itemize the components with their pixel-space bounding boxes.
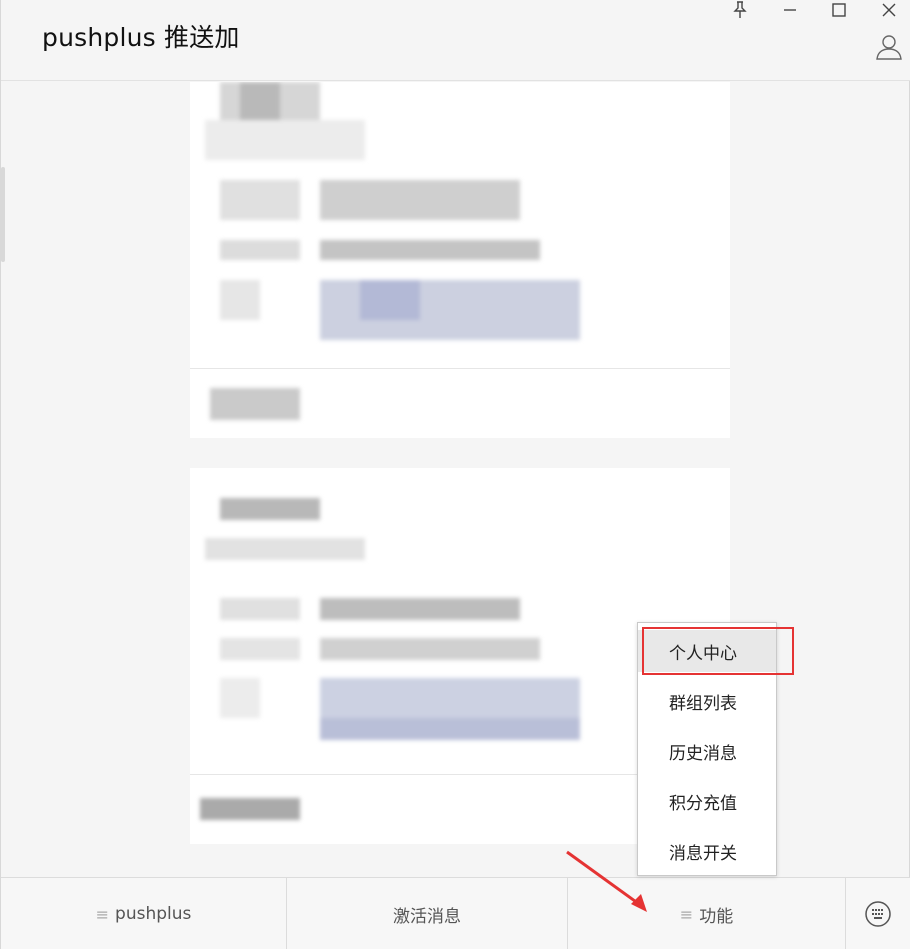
minimize-icon[interactable] — [775, 0, 805, 20]
keyboard-icon — [865, 901, 891, 927]
menu-item-history-messages[interactable]: 历史消息 — [638, 730, 776, 772]
bottom-menu-bar: ≡ pushplus 激活消息 ≡ 功能 — [1, 877, 910, 949]
menu-item-message-switch[interactable]: 消息开关 — [638, 830, 776, 872]
menu-lines-icon: ≡ — [95, 904, 110, 924]
highlight-annotation — [642, 627, 794, 675]
arrow-annotation — [566, 850, 647, 912]
title-bar: pushplus 推送加 — [1, 0, 910, 81]
app-title: pushplus 推送加 — [42, 23, 240, 52]
tab-pushplus[interactable]: ≡ pushplus — [1, 878, 286, 949]
keyboard-toggle-button[interactable] — [846, 878, 910, 949]
user-icon[interactable] — [874, 32, 904, 62]
tab-label: pushplus — [115, 904, 192, 924]
maximize-icon[interactable] — [824, 0, 854, 20]
tab-label: 激活消息 — [393, 906, 461, 927]
pin-icon[interactable] — [725, 0, 755, 20]
app-window: pushplus 推送加 ≡ pushplus 激活消息 ≡ 功能 个人中心 群… — [0, 0, 910, 949]
tab-label: 功能 — [699, 906, 734, 927]
menu-item-points-recharge[interactable]: 积分充值 — [638, 780, 776, 822]
redacted-content — [190, 82, 730, 438]
scrollbar-thumb[interactable] — [1, 167, 5, 262]
message-card[interactable] — [190, 82, 730, 438]
close-icon[interactable] — [874, 0, 904, 20]
card-divider — [190, 368, 730, 369]
menu-lines-icon: ≡ — [679, 904, 694, 924]
tab-activate-message[interactable]: 激活消息 — [287, 878, 567, 949]
menu-item-group-list[interactable]: 群组列表 — [638, 680, 776, 722]
